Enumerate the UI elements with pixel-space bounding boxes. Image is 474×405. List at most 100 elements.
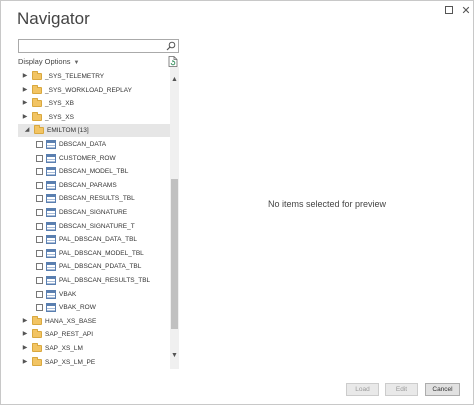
expand-arrow-icon[interactable]: ▶: [21, 111, 29, 124]
tree-folder-row[interactable]: ▶ SAP_XS_LM: [18, 342, 170, 355]
tree-folder-row[interactable]: ▶ _SYS_TELEMETRY: [18, 70, 170, 83]
table-icon: [46, 208, 56, 217]
table-checkbox[interactable]: [36, 222, 43, 230]
tree-item-label: _SYS_XB: [45, 100, 74, 108]
tree-table-row[interactable]: DBSCAN_RESULTS_TBL: [18, 192, 170, 205]
tree-item-label: PAL_DBSCAN_RESULTS_TBL: [59, 277, 151, 284]
table-checkbox[interactable]: [36, 304, 43, 312]
tree-folder-row[interactable]: ▶ _SYS_XS: [18, 111, 170, 124]
tree-item-label: DBSCAN_PARAMS: [59, 181, 117, 189]
tree-item-label: DBSCAN_RESULTS_TBL: [59, 195, 135, 203]
table-icon: [46, 289, 56, 299]
tree-item-label: PAL_DBSCAN_PDATA_TBL: [59, 263, 142, 271]
tree-table-row[interactable]: DBSCAN_MODEL_TBL: [18, 165, 170, 178]
table-icon: [46, 180, 56, 190]
table-checkbox[interactable]: [36, 181, 43, 189]
tree-item-label: DBSCAN_SIGNATURE: [59, 209, 128, 216]
chevron-down-icon: ▼: [73, 60, 80, 66]
table-icon: [46, 167, 56, 177]
tree-item-label: VBAK_ROW: [59, 304, 96, 312]
table-checkbox[interactable]: [36, 209, 43, 216]
tree-scrollbar[interactable]: ▲ ▼: [170, 67, 179, 369]
expand-arrow-icon[interactable]: ▶: [21, 342, 29, 355]
window-title: Navigator: [17, 9, 90, 28]
tree-folder-row[interactable]: ◢ EMILTOM [13]: [18, 124, 170, 138]
expand-arrow-icon[interactable]: ▶: [21, 84, 29, 97]
tree-item-label: SAP_REST_API: [45, 331, 94, 339]
tree-table-row[interactable]: DBSCAN_SIGNATURE_T: [18, 220, 170, 233]
folder-icon: [34, 125, 44, 135]
tree-folder-row[interactable]: ▶ SAP_XS_LM_PE: [18, 356, 170, 369]
expand-arrow-icon[interactable]: ▶: [21, 70, 29, 83]
table-icon: [46, 153, 56, 163]
preview-pane: No items selected for preview: [189, 39, 465, 369]
tree-table-row[interactable]: VBAK: [18, 288, 170, 301]
tree-table-row[interactable]: DBSCAN_PARAMS: [18, 179, 170, 192]
tree-table-row[interactable]: PAL_DBSCAN_DATA_TBL: [18, 233, 170, 246]
folder-icon: [32, 71, 42, 80]
tree-folder-row[interactable]: ▶ _SYS_XB: [18, 97, 170, 110]
tree-folder-row[interactable]: ▶ _SYS_WORKLOAD_REPLAY: [18, 84, 170, 97]
navigator-window: Navigator ✕ Display Options ▼ ▶ _SYS_TELEM…: [0, 0, 474, 405]
expand-arrow-icon[interactable]: ▶: [21, 356, 29, 369]
tree-item-label: CUSTOMER_ROW: [59, 154, 116, 162]
load-button[interactable]: Load: [346, 383, 379, 396]
table-icon: [46, 221, 56, 231]
cancel-button[interactable]: Cancel: [425, 383, 460, 396]
expand-arrow-icon[interactable]: ▶: [21, 97, 29, 110]
search-icon[interactable]: [166, 41, 176, 51]
expand-arrow-icon[interactable]: ▶: [21, 315, 29, 328]
scroll-down-icon[interactable]: ▼: [170, 351, 179, 361]
tree-item-label: _SYS_XS: [45, 113, 74, 121]
scroll-thumb[interactable]: [171, 179, 178, 329]
tree-item-label: _SYS_TELEMETRY: [45, 73, 105, 80]
table-checkbox[interactable]: [36, 236, 43, 244]
tree-table-row[interactable]: PAL_DBSCAN_RESULTS_TBL: [18, 274, 170, 287]
tree-item-label: HANA_XS_BASE: [45, 317, 97, 325]
tree-folder-row[interactable]: ▶ SAP_REST_API: [18, 328, 170, 341]
table-checkbox[interactable]: [36, 263, 43, 271]
search-box[interactable]: [18, 39, 179, 53]
tree-table-row[interactable]: PAL_DBSCAN_MODEL_TBL: [18, 247, 170, 260]
table-checkbox[interactable]: [36, 290, 43, 298]
tree-table-row[interactable]: DBSCAN_SIGNATURE: [18, 206, 170, 219]
tree-table-row[interactable]: VBAK_ROW: [18, 301, 170, 314]
tree-item-label: SAP_XS_LM_PE: [45, 358, 96, 366]
tree-item-label: DBSCAN_DATA: [59, 141, 107, 148]
table-checkbox[interactable]: [36, 168, 43, 176]
table-checkbox[interactable]: [36, 154, 43, 162]
table-icon: [46, 235, 56, 245]
folder-icon: [32, 343, 42, 352]
search-input[interactable]: [21, 40, 161, 52]
tree-item-label: PAL_DBSCAN_DATA_TBL: [59, 236, 138, 244]
expand-arrow-icon[interactable]: ▶: [21, 328, 29, 341]
maximize-button[interactable]: [441, 4, 457, 18]
tree-item-label: _SYS_WORKLOAD_REPLAY: [45, 86, 132, 94]
tree-table-row[interactable]: PAL_DBSCAN_PDATA_TBL: [18, 260, 170, 273]
tree-item-label: DBSCAN_MODEL_TBL: [59, 168, 129, 176]
tree-folder-row[interactable]: ▶ HANA_XS_BASE: [18, 315, 170, 328]
folder-icon: [32, 329, 42, 339]
table-checkbox[interactable]: [36, 277, 43, 284]
navigator-tree: ▶ _SYS_TELEMETRY ▶ _SYS_WORKLOAD_REPLAY ▶ _SY…: [18, 67, 170, 369]
table-icon: [46, 276, 56, 285]
refresh-document-icon[interactable]: [168, 56, 178, 67]
tree-item-label: SAP_XS_LM: [45, 345, 83, 352]
tree-table-row[interactable]: CUSTOMER_ROW: [18, 152, 170, 165]
folder-icon: [32, 84, 42, 94]
display-options-label: Display Options: [18, 57, 71, 66]
display-options-dropdown[interactable]: Display Options ▼: [18, 57, 79, 66]
close-button[interactable]: ✕: [458, 4, 474, 18]
table-icon: [46, 262, 56, 272]
scroll-up-icon[interactable]: ▲: [170, 75, 179, 85]
table-icon: [46, 194, 56, 204]
tree-item-label: PAL_DBSCAN_MODEL_TBL: [59, 249, 144, 257]
tree-item-label: VBAK: [59, 290, 77, 298]
table-checkbox[interactable]: [36, 141, 43, 148]
table-checkbox[interactable]: [36, 249, 43, 257]
collapse-arrow-icon[interactable]: ◢: [23, 124, 31, 137]
tree-table-row[interactable]: DBSCAN_DATA: [18, 138, 170, 151]
table-checkbox[interactable]: [36, 195, 43, 203]
edit-button[interactable]: Edit: [385, 383, 418, 396]
table-icon: [46, 140, 56, 149]
